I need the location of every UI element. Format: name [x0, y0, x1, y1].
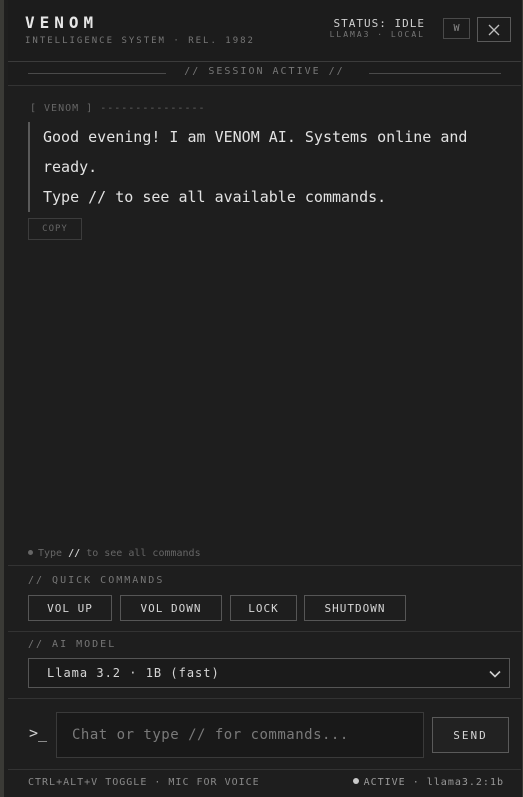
message-line: Good evening! I am VENOM AI. Systems onl…: [43, 128, 468, 176]
vol-up-button[interactable]: VOL UP: [28, 595, 112, 621]
close-button[interactable]: [477, 17, 511, 42]
app-subtitle: INTELLIGENCE SYSTEM · REL. 1982: [25, 36, 255, 46]
session-banner: // SESSION ACTIVE //: [8, 62, 521, 86]
header: VENOM INTELLIGENCE SYSTEM · REL. 1982 ST…: [8, 0, 521, 62]
footer-shortcuts: CTRL+ALT+V TOGGLE · MIC FOR VOICE: [28, 777, 260, 788]
hint-text: Type: [38, 548, 63, 559]
quick-commands-label: // QUICK COMMANDS: [28, 575, 165, 586]
status-dot-icon: [352, 778, 359, 784]
model-select[interactable]: Llama 3.2 · 1B (fast): [28, 658, 510, 688]
divider: [8, 631, 521, 632]
session-banner-text: // SESSION ACTIVE //: [184, 66, 345, 77]
send-button[interactable]: SEND: [432, 717, 509, 753]
status-text: STATUS: IDLE: [333, 17, 425, 30]
divider: [8, 565, 521, 566]
divider: [8, 769, 521, 770]
shutdown-button[interactable]: SHUTDOWN: [304, 595, 406, 621]
prompt-symbol: >_: [29, 724, 48, 742]
copy-button[interactable]: COPY: [28, 218, 82, 240]
app-window: VENOM INTELLIGENCE SYSTEM · REL. 1982 ST…: [0, 0, 523, 797]
footer-status: ACTIVE · llama3.2:1b: [352, 777, 504, 788]
chat-input[interactable]: Chat or type // for commands...: [56, 712, 424, 758]
chevron-down-icon: [489, 670, 501, 678]
model-select-value: Llama 3.2 · 1B (fast): [47, 666, 220, 680]
command-hint: Type // to see all commands: [28, 548, 201, 559]
message-line: Type // to see all available commands.: [43, 188, 387, 206]
close-icon: [488, 24, 500, 35]
status-subtext: LLAMA3 · LOCAL: [329, 30, 425, 39]
divider: [8, 698, 521, 699]
hint-key: //: [68, 548, 81, 559]
lock-button[interactable]: LOCK: [230, 595, 297, 621]
banner-divider-right: [369, 73, 501, 74]
message-sender: [ VENOM ] ---------------: [30, 103, 206, 114]
chat-input-placeholder: Chat or type // for commands...: [72, 727, 349, 743]
w-button[interactable]: W: [443, 18, 470, 39]
footer-status-text: ACTIVE: [363, 777, 406, 788]
ai-model-label: // AI MODEL: [28, 639, 117, 650]
bullet-icon: [28, 550, 33, 555]
message-body: Good evening! I am VENOM AI. Systems onl…: [28, 122, 510, 212]
vol-down-button[interactable]: VOL DOWN: [120, 595, 222, 621]
footer-model-tag: · llama3.2:1b: [412, 777, 504, 788]
app-title: VENOM: [25, 13, 99, 32]
hint-text: to see all commands: [86, 548, 201, 559]
